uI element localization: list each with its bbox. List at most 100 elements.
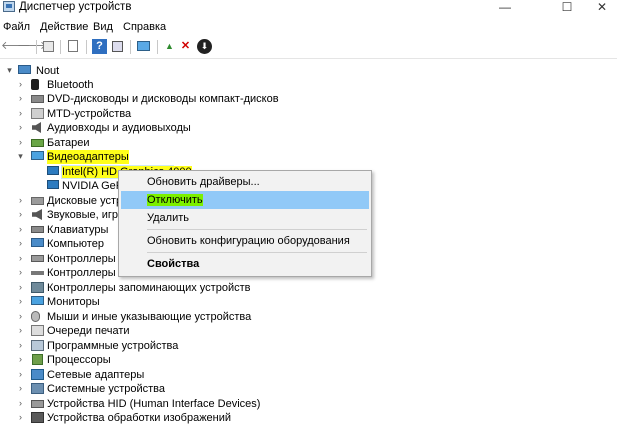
dvd-drive-icon xyxy=(31,95,44,103)
tree-root-label: Nout xyxy=(36,65,60,77)
toolbar-separator xyxy=(36,40,37,54)
chevron-right-icon[interactable]: › xyxy=(16,397,25,409)
tree-item-label: Процессоры xyxy=(47,354,111,366)
chevron-right-icon[interactable]: › xyxy=(16,107,25,119)
title-bar: Диспетчер устройств — ☐ ✕ xyxy=(0,0,617,17)
tree-item-mtd[interactable]: › MTD-устройства xyxy=(16,107,316,121)
tree-item-label: Компьютер xyxy=(47,238,104,250)
tree-item-bluetooth[interactable]: › Bluetooth xyxy=(16,78,316,92)
tree-item-sound[interactable]: › Звуковые, игрово xyxy=(16,208,118,222)
chevron-right-icon[interactable]: › xyxy=(16,310,25,322)
toolbar-divider xyxy=(0,58,617,59)
properties-icon[interactable] xyxy=(110,39,125,54)
menu-item-disable-label: Отключить xyxy=(147,194,203,206)
system-device-icon xyxy=(31,383,44,394)
tree-item-storage-controllers[interactable]: › Контроллеры запоминающих устройств xyxy=(16,281,316,295)
display-adapter-icon xyxy=(47,180,59,189)
tree-item-label: Клавиатуры xyxy=(47,224,109,236)
chevron-right-icon[interactable]: › xyxy=(16,92,25,104)
window-title: Диспетчер устройств xyxy=(19,1,132,13)
keyboard-icon xyxy=(31,226,44,233)
chevron-right-icon[interactable]: › xyxy=(16,121,25,133)
menu-item-disable[interactable]: Отключить xyxy=(121,191,369,209)
close-button[interactable]: ✕ xyxy=(587,0,617,16)
chevron-right-icon[interactable]: › xyxy=(16,136,25,148)
chevron-right-icon[interactable]: › xyxy=(16,223,25,235)
device-manager-icon xyxy=(3,1,15,12)
processor-icon xyxy=(32,354,43,365)
forward-arrow-icon[interactable]: 🡒 xyxy=(17,39,47,54)
chevron-right-icon[interactable]: › xyxy=(16,208,25,220)
storage-controller-icon xyxy=(31,282,44,293)
tree-item-label: Программные устройства xyxy=(47,340,179,352)
menu-item-properties[interactable]: Свойства xyxy=(121,255,369,273)
menu-help[interactable]: Справка xyxy=(123,21,166,33)
tree-item-print-queues[interactable]: › Очереди печати xyxy=(16,324,316,338)
tree-item-software-devices[interactable]: › Программные устройства xyxy=(16,339,316,353)
menu-action[interactable]: Действие xyxy=(40,21,88,33)
update-driver-icon[interactable]: ⬇ xyxy=(197,39,212,54)
menu-item-uninstall[interactable]: Удалить xyxy=(121,209,369,227)
tree-item-label: Устройства HID (Human Interface Devices) xyxy=(47,398,261,410)
chevron-right-icon[interactable]: › xyxy=(16,252,25,264)
tree-item-keyboards[interactable]: › Клавиатуры xyxy=(16,223,118,237)
context-menu: Обновить драйверы... Отключить Удалить О… xyxy=(118,170,372,277)
menu-view[interactable]: Вид xyxy=(93,21,113,33)
chevron-right-icon[interactable]: › xyxy=(16,281,25,293)
chevron-right-icon[interactable]: › xyxy=(16,295,25,307)
tree-item-dvd[interactable]: › DVD-дисководы и дисководы компакт-диск… xyxy=(16,92,316,106)
tree-item-monitors[interactable]: › Мониторы xyxy=(16,295,316,309)
computer-icon xyxy=(31,238,44,247)
tree-item-audio-io[interactable]: › Аудиовходы и аудиовыходы xyxy=(16,121,316,135)
chevron-right-icon[interactable]: › xyxy=(16,324,25,336)
tree-item-label: Звуковые, игрово xyxy=(47,209,118,221)
tree-item-imaging[interactable]: › Устройства обработки изображений xyxy=(16,411,316,425)
chevron-right-icon[interactable]: › xyxy=(16,194,25,206)
tree-item-label: Системные устройства xyxy=(47,383,166,395)
tree-item-label: Дисковые устро xyxy=(47,195,118,207)
chevron-right-icon[interactable]: › xyxy=(16,237,25,249)
uninstall-device-icon[interactable]: ✕ xyxy=(178,39,193,54)
tree-item-system-devices[interactable]: › Системные устройства xyxy=(16,382,316,396)
minimize-button[interactable]: — xyxy=(490,0,520,16)
toolbar-separator xyxy=(60,40,61,54)
help-icon[interactable]: ? xyxy=(92,39,107,54)
chevron-right-icon[interactable]: › xyxy=(16,266,25,278)
tree-item-processors[interactable]: › Процессоры xyxy=(16,353,316,367)
tree-item-hid[interactable]: › Устройства HID (Human Interface Device… xyxy=(16,397,316,411)
tree-item-network-adapters[interactable]: › Сетевые адаптеры xyxy=(16,368,316,382)
menu-item-update-driver[interactable]: Обновить драйверы... xyxy=(121,173,369,191)
chevron-down-icon[interactable]: ▾ xyxy=(5,64,14,76)
enable-device-icon[interactable]: ▲ xyxy=(162,39,177,54)
tree-item-label: Bluetooth xyxy=(47,79,94,91)
chevron-right-icon[interactable]: › xyxy=(16,411,25,423)
tree-item-batteries[interactable]: › Батареи xyxy=(16,136,316,150)
list-view-icon[interactable] xyxy=(66,39,81,54)
tree-item-disk-drives[interactable]: › Дисковые устро xyxy=(16,194,118,208)
back-arrow-icon[interactable]: 🡐 xyxy=(1,39,31,54)
menu-item-scan-hardware[interactable]: Обновить конфигурацию оборудования xyxy=(121,232,369,250)
maximize-button[interactable]: ☐ xyxy=(552,0,582,16)
monitor-icon xyxy=(31,296,44,305)
scan-monitor-icon[interactable] xyxy=(136,39,151,54)
tree-item-computer[interactable]: › Компьютер xyxy=(16,237,118,251)
chevron-right-icon[interactable]: › xyxy=(16,78,25,90)
device-tree-icon[interactable] xyxy=(41,39,56,54)
chevron-right-icon[interactable]: › xyxy=(16,368,25,380)
tree-root-nout[interactable]: ▾ Nout xyxy=(5,64,125,78)
battery-icon xyxy=(31,139,44,147)
menu-file[interactable]: Файл xyxy=(3,21,30,33)
chevron-right-icon[interactable]: › xyxy=(16,382,25,394)
tree-item-usb[interactable]: › Контроллеры US xyxy=(16,266,118,280)
chevron-right-icon[interactable]: › xyxy=(16,353,25,365)
tree-item-mice[interactable]: › Мыши и иные указывающие устройства xyxy=(16,310,316,324)
software-device-icon xyxy=(31,340,44,351)
hid-device-icon xyxy=(31,400,44,408)
toolbar-separator xyxy=(130,40,131,54)
tree-item-display-adapters[interactable]: ▾ Видеоадаптеры xyxy=(16,150,316,164)
tree-item-ide[interactable]: › Контроллеры ID xyxy=(16,252,118,266)
chevron-right-icon[interactable]: › xyxy=(16,339,25,351)
chevron-down-icon[interactable]: ▾ xyxy=(16,150,25,162)
tree-item-label: Контроллеры US xyxy=(47,267,118,279)
tree-item-label: Контроллеры ID xyxy=(47,253,118,265)
